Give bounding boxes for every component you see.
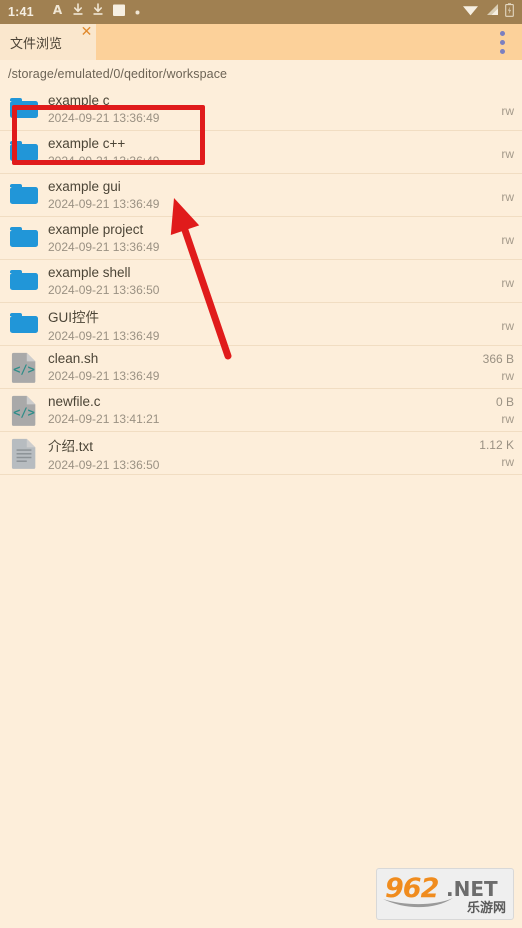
file-meta: rw: [470, 273, 514, 290]
file-row-text: example project 2024-09-21 13:36:49: [48, 222, 470, 254]
battery-icon: [505, 2, 514, 22]
file-row[interactable]: example project 2024-09-21 13:36:49 rw: [0, 217, 522, 260]
file-row[interactable]: example shell 2024-09-21 13:36:50 rw: [0, 260, 522, 303]
dot-icon: [134, 3, 141, 21]
file-name: GUI控件: [48, 309, 100, 325]
file-date: 2024-09-21 13:36:49: [48, 369, 160, 383]
code-file-icon: </>: [6, 392, 42, 428]
tab-file-browser[interactable]: 文件浏览 ✕: [0, 24, 96, 60]
status-bar-right: [462, 2, 514, 22]
watermark-swoosh-icon: [383, 898, 453, 908]
folder-icon: [6, 263, 42, 299]
tab-bar: 文件浏览 ✕: [0, 24, 522, 60]
file-name: example gui: [48, 179, 121, 194]
file-size: 1.12 K: [479, 437, 514, 452]
file-name: example c++: [48, 136, 126, 151]
code-file-icon: </>: [6, 349, 42, 385]
file-meta: 366 B rw: [470, 352, 514, 383]
file-name: example c: [48, 93, 110, 108]
tab-label: 文件浏览: [10, 35, 63, 51]
file-meta: 0 B rw: [470, 395, 514, 426]
file-name: 介绍.txt: [48, 438, 94, 454]
svg-text:A: A: [53, 3, 63, 16]
file-size: 366 B: [482, 351, 514, 366]
file-permissions: rw: [501, 368, 514, 383]
folder-icon: [6, 134, 42, 170]
folder-icon: [6, 177, 42, 213]
file-meta: rw: [470, 316, 514, 333]
file-permissions: rw: [501, 318, 514, 333]
file-permissions: rw: [501, 146, 514, 161]
file-name: clean.sh: [48, 351, 99, 366]
file-date: 2024-09-21 13:36:49: [48, 328, 160, 343]
file-permissions: rw: [501, 189, 514, 204]
file-name: newfile.c: [48, 394, 101, 409]
file-permissions: rw: [501, 275, 514, 290]
text-file-icon: [6, 435, 42, 471]
overflow-menu-button[interactable]: [482, 24, 522, 60]
file-date: 2024-09-21 13:36:49: [48, 111, 160, 125]
file-row[interactable]: example c++ 2024-09-21 13:36:49 rw: [0, 131, 522, 174]
file-row[interactable]: example gui 2024-09-21 13:36:49 rw: [0, 174, 522, 217]
download-icon: [72, 3, 84, 21]
watermark-logo: 962 .NET 乐游网: [376, 868, 514, 920]
file-row-text: GUI控件 2024-09-21 13:36:49: [48, 306, 470, 343]
file-name: example project: [48, 222, 144, 237]
file-meta: 1.12 K rw: [470, 438, 514, 469]
file-row[interactable]: </> newfile.c 2024-09-21 13:41:21 0 B rw: [0, 389, 522, 432]
file-row[interactable]: example c 2024-09-21 13:36:49 rw: [0, 88, 522, 131]
status-bar: 1:41 A: [0, 0, 522, 24]
overflow-dot-icon: [499, 39, 505, 45]
file-date: 2024-09-21 13:36:50: [48, 283, 160, 297]
cell-signal-icon: [485, 3, 499, 21]
file-permissions: rw: [501, 454, 514, 469]
watermark-chinese: 乐游网: [466, 900, 506, 915]
download-icon: [92, 3, 104, 21]
file-row-text: example gui 2024-09-21 13:36:49: [48, 179, 470, 211]
status-bar-left: 1:41 A: [8, 3, 462, 22]
folder-icon: [6, 220, 42, 256]
folder-icon: [6, 306, 42, 342]
file-row-text: example shell 2024-09-21 13:36:50: [48, 265, 470, 297]
letter-a-icon: A: [51, 3, 64, 21]
file-list: example c 2024-09-21 13:36:49 rw example c+…: [0, 88, 522, 475]
file-meta: rw: [470, 187, 514, 204]
file-date: 2024-09-21 13:41:21: [48, 412, 160, 426]
tab-bar-filler: [96, 24, 482, 60]
file-permissions: rw: [501, 411, 514, 426]
square-icon: [112, 3, 126, 22]
current-path: /storage/emulated/0/qeditor/workspace: [8, 67, 228, 81]
file-name: example shell: [48, 265, 131, 280]
svg-text:</>: </>: [13, 362, 35, 376]
file-row[interactable]: 介绍.txt 2024-09-21 13:36:50 1.12 K rw: [0, 432, 522, 475]
svg-text:</>: </>: [13, 405, 35, 419]
file-meta: rw: [470, 230, 514, 247]
file-row-text: 介绍.txt 2024-09-21 13:36:50: [48, 435, 470, 472]
file-date: 2024-09-21 13:36:50: [48, 457, 160, 472]
status-clock: 1:41: [8, 5, 34, 19]
wifi-icon: [462, 3, 479, 21]
file-row-text: example c 2024-09-21 13:36:49: [48, 93, 470, 125]
file-row[interactable]: </> clean.sh 2024-09-21 13:36:49 366 B rw: [0, 346, 522, 389]
path-bar[interactable]: /storage/emulated/0/qeditor/workspace: [0, 60, 522, 88]
close-icon[interactable]: ✕: [80, 25, 93, 39]
file-meta: rw: [470, 101, 514, 118]
file-row-text: example c++ 2024-09-21 13:36:49: [48, 136, 470, 168]
file-date: 2024-09-21 13:36:49: [48, 197, 160, 211]
file-date: 2024-09-21 13:36:49: [48, 240, 160, 254]
file-date: 2024-09-21 13:36:49: [48, 154, 160, 168]
file-row-text: newfile.c 2024-09-21 13:41:21: [48, 394, 470, 426]
file-permissions: rw: [501, 232, 514, 247]
overflow-dot-icon: [499, 48, 505, 54]
file-row-text: clean.sh 2024-09-21 13:36:49: [48, 351, 470, 383]
file-row[interactable]: GUI控件 2024-09-21 13:36:49 rw: [0, 303, 522, 346]
overflow-dot-icon: [499, 30, 505, 36]
file-meta: rw: [470, 144, 514, 161]
folder-icon: [6, 91, 42, 127]
file-size: 0 B: [495, 394, 514, 409]
file-permissions: rw: [501, 103, 514, 118]
